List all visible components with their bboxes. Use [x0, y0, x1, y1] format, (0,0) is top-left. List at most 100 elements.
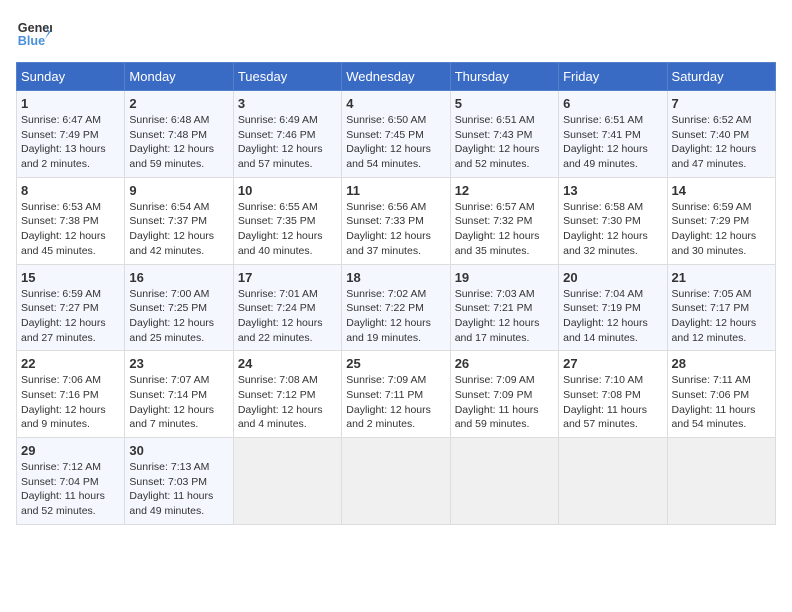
day-info: Sunrise: 7:12 AM Sunset: 7:04 PM Dayligh…	[21, 460, 120, 519]
calendar-cell: 4 Sunrise: 6:50 AM Sunset: 7:45 PM Dayli…	[342, 91, 450, 178]
calendar-week-2: 8 Sunrise: 6:53 AM Sunset: 7:38 PM Dayli…	[17, 177, 776, 264]
day-info: Sunrise: 7:09 AM Sunset: 7:09 PM Dayligh…	[455, 373, 554, 432]
day-number: 20	[563, 270, 662, 285]
calendar-cell: 18 Sunrise: 7:02 AM Sunset: 7:22 PM Dayl…	[342, 264, 450, 351]
day-info: Sunrise: 7:01 AM Sunset: 7:24 PM Dayligh…	[238, 287, 337, 346]
day-info: Sunrise: 6:54 AM Sunset: 7:37 PM Dayligh…	[129, 200, 228, 259]
day-header-monday: Monday	[125, 63, 233, 91]
day-number: 24	[238, 356, 337, 371]
calendar-cell: 30 Sunrise: 7:13 AM Sunset: 7:03 PM Dayl…	[125, 438, 233, 525]
calendar-cell: 22 Sunrise: 7:06 AM Sunset: 7:16 PM Dayl…	[17, 351, 125, 438]
day-number: 4	[346, 96, 445, 111]
calendar-cell: 28 Sunrise: 7:11 AM Sunset: 7:06 PM Dayl…	[667, 351, 775, 438]
day-header-thursday: Thursday	[450, 63, 558, 91]
day-number: 29	[21, 443, 120, 458]
day-info: Sunrise: 7:02 AM Sunset: 7:22 PM Dayligh…	[346, 287, 445, 346]
day-number: 25	[346, 356, 445, 371]
calendar-cell: 6 Sunrise: 6:51 AM Sunset: 7:41 PM Dayli…	[559, 91, 667, 178]
day-number: 28	[672, 356, 771, 371]
calendar-week-1: 1 Sunrise: 6:47 AM Sunset: 7:49 PM Dayli…	[17, 91, 776, 178]
calendar-cell: 3 Sunrise: 6:49 AM Sunset: 7:46 PM Dayli…	[233, 91, 341, 178]
day-info: Sunrise: 6:51 AM Sunset: 7:43 PM Dayligh…	[455, 113, 554, 172]
calendar-cell: 10 Sunrise: 6:55 AM Sunset: 7:35 PM Dayl…	[233, 177, 341, 264]
calendar-cell: 16 Sunrise: 7:00 AM Sunset: 7:25 PM Dayl…	[125, 264, 233, 351]
day-number: 12	[455, 183, 554, 198]
day-number: 6	[563, 96, 662, 111]
calendar-cell: 7 Sunrise: 6:52 AM Sunset: 7:40 PM Dayli…	[667, 91, 775, 178]
calendar-table: SundayMondayTuesdayWednesdayThursdayFrid…	[16, 62, 776, 525]
calendar-cell: 23 Sunrise: 7:07 AM Sunset: 7:14 PM Dayl…	[125, 351, 233, 438]
day-info: Sunrise: 6:57 AM Sunset: 7:32 PM Dayligh…	[455, 200, 554, 259]
calendar-cell: 17 Sunrise: 7:01 AM Sunset: 7:24 PM Dayl…	[233, 264, 341, 351]
day-number: 7	[672, 96, 771, 111]
day-info: Sunrise: 7:00 AM Sunset: 7:25 PM Dayligh…	[129, 287, 228, 346]
day-info: Sunrise: 7:10 AM Sunset: 7:08 PM Dayligh…	[563, 373, 662, 432]
calendar-cell: 2 Sunrise: 6:48 AM Sunset: 7:48 PM Dayli…	[125, 91, 233, 178]
calendar-cell: 12 Sunrise: 6:57 AM Sunset: 7:32 PM Dayl…	[450, 177, 558, 264]
calendar-cell: 14 Sunrise: 6:59 AM Sunset: 7:29 PM Dayl…	[667, 177, 775, 264]
calendar-cell	[342, 438, 450, 525]
day-header-friday: Friday	[559, 63, 667, 91]
day-number: 18	[346, 270, 445, 285]
day-number: 14	[672, 183, 771, 198]
calendar-cell	[233, 438, 341, 525]
calendar-cell	[667, 438, 775, 525]
day-number: 19	[455, 270, 554, 285]
day-number: 17	[238, 270, 337, 285]
day-info: Sunrise: 6:51 AM Sunset: 7:41 PM Dayligh…	[563, 113, 662, 172]
calendar-cell: 25 Sunrise: 7:09 AM Sunset: 7:11 PM Dayl…	[342, 351, 450, 438]
day-info: Sunrise: 7:11 AM Sunset: 7:06 PM Dayligh…	[672, 373, 771, 432]
day-info: Sunrise: 6:48 AM Sunset: 7:48 PM Dayligh…	[129, 113, 228, 172]
day-number: 30	[129, 443, 228, 458]
day-info: Sunrise: 7:05 AM Sunset: 7:17 PM Dayligh…	[672, 287, 771, 346]
calendar-cell: 5 Sunrise: 6:51 AM Sunset: 7:43 PM Dayli…	[450, 91, 558, 178]
day-number: 1	[21, 96, 120, 111]
calendar-cell: 1 Sunrise: 6:47 AM Sunset: 7:49 PM Dayli…	[17, 91, 125, 178]
day-info: Sunrise: 7:08 AM Sunset: 7:12 PM Dayligh…	[238, 373, 337, 432]
calendar-cell: 9 Sunrise: 6:54 AM Sunset: 7:37 PM Dayli…	[125, 177, 233, 264]
day-number: 10	[238, 183, 337, 198]
day-info: Sunrise: 7:13 AM Sunset: 7:03 PM Dayligh…	[129, 460, 228, 519]
day-header-tuesday: Tuesday	[233, 63, 341, 91]
day-number: 22	[21, 356, 120, 371]
calendar-cell: 20 Sunrise: 7:04 AM Sunset: 7:19 PM Dayl…	[559, 264, 667, 351]
calendar-week-3: 15 Sunrise: 6:59 AM Sunset: 7:27 PM Dayl…	[17, 264, 776, 351]
day-info: Sunrise: 7:03 AM Sunset: 7:21 PM Dayligh…	[455, 287, 554, 346]
day-info: Sunrise: 6:50 AM Sunset: 7:45 PM Dayligh…	[346, 113, 445, 172]
day-info: Sunrise: 6:59 AM Sunset: 7:27 PM Dayligh…	[21, 287, 120, 346]
calendar-cell: 8 Sunrise: 6:53 AM Sunset: 7:38 PM Dayli…	[17, 177, 125, 264]
day-info: Sunrise: 6:56 AM Sunset: 7:33 PM Dayligh…	[346, 200, 445, 259]
calendar-cell: 19 Sunrise: 7:03 AM Sunset: 7:21 PM Dayl…	[450, 264, 558, 351]
calendar-cell: 21 Sunrise: 7:05 AM Sunset: 7:17 PM Dayl…	[667, 264, 775, 351]
day-number: 21	[672, 270, 771, 285]
day-header-sunday: Sunday	[17, 63, 125, 91]
day-info: Sunrise: 7:07 AM Sunset: 7:14 PM Dayligh…	[129, 373, 228, 432]
day-number: 27	[563, 356, 662, 371]
day-number: 16	[129, 270, 228, 285]
calendar-cell: 13 Sunrise: 6:58 AM Sunset: 7:30 PM Dayl…	[559, 177, 667, 264]
header: General Blue	[16, 16, 776, 52]
calendar-cell: 15 Sunrise: 6:59 AM Sunset: 7:27 PM Dayl…	[17, 264, 125, 351]
day-info: Sunrise: 6:59 AM Sunset: 7:29 PM Dayligh…	[672, 200, 771, 259]
calendar-cell: 27 Sunrise: 7:10 AM Sunset: 7:08 PM Dayl…	[559, 351, 667, 438]
day-info: Sunrise: 6:55 AM Sunset: 7:35 PM Dayligh…	[238, 200, 337, 259]
day-number: 8	[21, 183, 120, 198]
day-info: Sunrise: 7:04 AM Sunset: 7:19 PM Dayligh…	[563, 287, 662, 346]
day-info: Sunrise: 7:06 AM Sunset: 7:16 PM Dayligh…	[21, 373, 120, 432]
day-number: 2	[129, 96, 228, 111]
day-number: 13	[563, 183, 662, 198]
calendar-week-5: 29 Sunrise: 7:12 AM Sunset: 7:04 PM Dayl…	[17, 438, 776, 525]
calendar-week-4: 22 Sunrise: 7:06 AM Sunset: 7:16 PM Dayl…	[17, 351, 776, 438]
day-info: Sunrise: 7:09 AM Sunset: 7:11 PM Dayligh…	[346, 373, 445, 432]
day-info: Sunrise: 6:53 AM Sunset: 7:38 PM Dayligh…	[21, 200, 120, 259]
day-number: 26	[455, 356, 554, 371]
day-number: 5	[455, 96, 554, 111]
day-number: 23	[129, 356, 228, 371]
calendar-cell: 11 Sunrise: 6:56 AM Sunset: 7:33 PM Dayl…	[342, 177, 450, 264]
calendar-cell	[450, 438, 558, 525]
day-info: Sunrise: 6:49 AM Sunset: 7:46 PM Dayligh…	[238, 113, 337, 172]
header-row: SundayMondayTuesdayWednesdayThursdayFrid…	[17, 63, 776, 91]
day-number: 9	[129, 183, 228, 198]
day-number: 15	[21, 270, 120, 285]
day-number: 3	[238, 96, 337, 111]
